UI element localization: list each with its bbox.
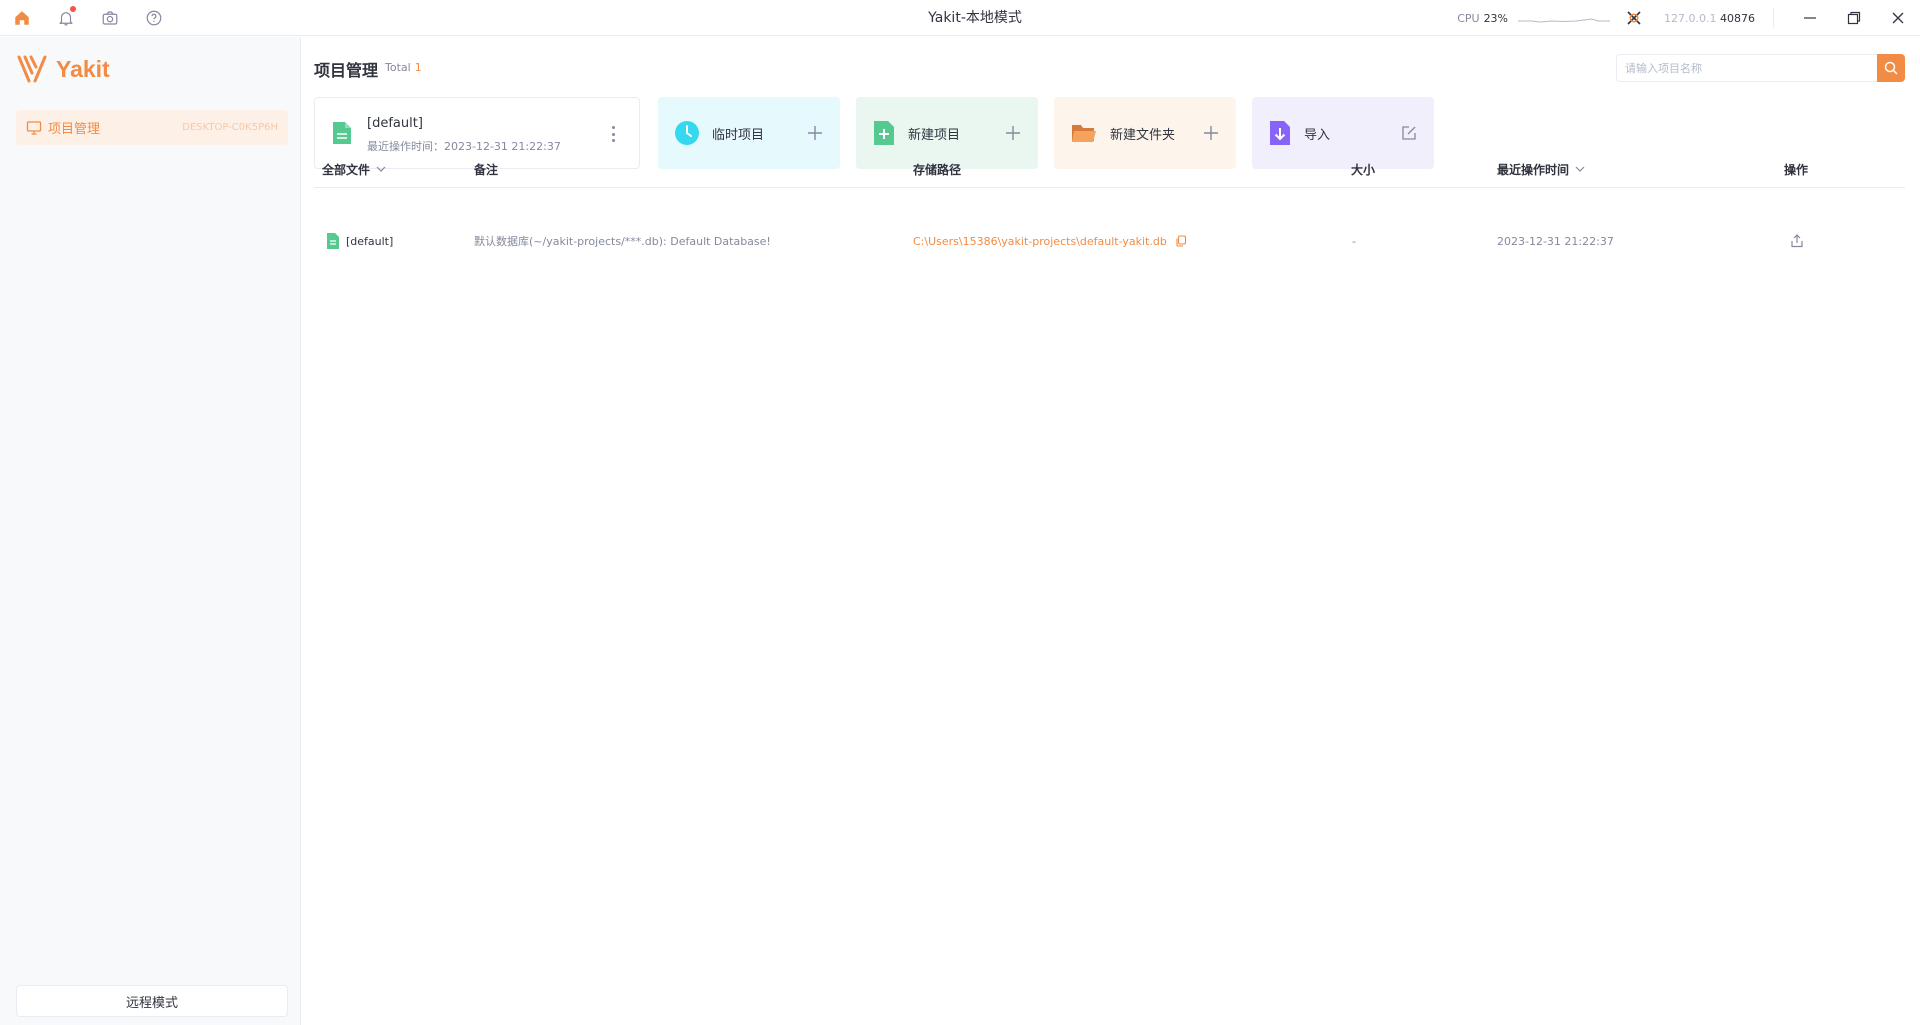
project-search <box>1616 54 1905 82</box>
column-path: 存储路径 <box>913 162 962 177</box>
bell-icon[interactable] <box>54 6 78 30</box>
engine-host: 127.0.0.1 40876 <box>1664 12 1755 25</box>
minimize-icon <box>1804 17 1816 19</box>
notification-dot <box>70 6 76 12</box>
remote-mode-button[interactable]: 远程模式 <box>16 985 288 1017</box>
restore-button[interactable] <box>1832 0 1876 36</box>
export-icon <box>1791 234 1803 248</box>
sidebar: Yakit 项目管理 DESKTOP-C0K5P6H 远程模式 <box>0 37 301 1025</box>
page-title: 项目管理 <box>314 61 379 80</box>
cpu-label: CPU <box>1457 11 1480 25</box>
cpu-sparkline <box>1518 18 1611 23</box>
main-content: 项目管理 Total1 [default] 最近操作时间：2023-12-31 … <box>302 37 1920 1025</box>
edit-icon <box>1402 126 1416 140</box>
plus-icon <box>1006 126 1020 140</box>
column-files-label: 全部文件 <box>322 162 371 177</box>
column-time[interactable]: 最近操作时间 <box>1497 150 1585 188</box>
logo-text: Yakit <box>56 55 110 82</box>
search-icon <box>1884 61 1898 75</box>
title-bar-left-tools <box>10 0 166 36</box>
copy-icon[interactable] <box>1175 235 1187 247</box>
close-button[interactable] <box>1876 0 1920 36</box>
close-icon <box>1892 12 1904 24</box>
sidebar-item-host: DESKTOP-C0K5P6H <box>182 122 278 133</box>
total-label: Total <box>385 61 411 74</box>
plus-icon <box>808 126 822 140</box>
folder-icon <box>1072 125 1096 142</box>
camera-icon[interactable] <box>98 6 122 30</box>
column-ops: 操作 <box>1784 162 1809 177</box>
total-number: 1 <box>414 61 422 74</box>
chevron-down-icon <box>376 166 386 172</box>
more-options-icon[interactable] <box>607 124 619 144</box>
export-button[interactable] <box>1790 220 1804 262</box>
row-size: - <box>1352 234 1356 248</box>
document-icon <box>327 233 339 249</box>
import-icon <box>1270 121 1290 145</box>
row-name-cell: [default] <box>326 220 393 262</box>
column-remark: 备注 <box>474 162 499 177</box>
row-name: [default] <box>346 234 394 248</box>
table-row[interactable]: [default] 默认数据库(~/yakit-projects/***.db)… <box>314 220 1905 262</box>
total-count: Total 1 <box>385 61 422 74</box>
row-path-cell: C:\Users\15386\yakit-projects\default-ya… <box>913 220 1187 262</box>
search-button[interactable] <box>1877 54 1905 82</box>
new-project-label: 新建项目 <box>908 127 961 143</box>
document-icon <box>333 122 351 144</box>
column-size: 大小 <box>1351 162 1376 177</box>
search-input[interactable] <box>1616 54 1877 82</box>
title-bar-right: CPU 23% 127.0.0.1 40876 <box>1457 0 1920 36</box>
column-time-label: 最近操作时间 <box>1497 162 1570 177</box>
title-bar-divider <box>1773 8 1774 28</box>
row-remark: 默认数据库(~/yakit-projects/***.db): Default … <box>474 235 771 248</box>
sidebar-item-label: 项目管理 <box>48 122 101 137</box>
table-header: 全部文件 备注 存储路径 大小 最近操作时间 操作 <box>314 150 1905 188</box>
cpu-value: 23% <box>1483 11 1509 25</box>
sidebar-item-project-management[interactable]: 项目管理 DESKTOP-C0K5P6H <box>16 110 288 145</box>
help-icon[interactable] <box>142 6 166 30</box>
minimize-button[interactable] <box>1788 0 1832 36</box>
yakit-logo-icon <box>17 55 47 83</box>
cpu-indicator: CPU 23% <box>1457 11 1611 25</box>
monitor-icon <box>26 120 42 135</box>
column-files[interactable]: 全部文件 <box>322 150 386 188</box>
clock-icon <box>675 121 699 145</box>
chevron-down-icon <box>1575 166 1585 172</box>
plus-icon <box>1204 126 1218 140</box>
yakit-logo: Yakit <box>16 53 110 85</box>
row-path: C:\Users\15386\yakit-projects\default-ya… <box>913 234 1167 248</box>
host-ip: 127.0.0.1 <box>1664 11 1717 25</box>
add-file-icon <box>874 121 894 145</box>
host-port: 40876 <box>1720 11 1755 25</box>
row-time: 2023-12-31 21:22:37 <box>1497 234 1614 248</box>
import-label: 导入 <box>1304 127 1331 143</box>
home-icon[interactable] <box>10 6 34 30</box>
restore-icon <box>1847 11 1861 25</box>
engine-status-icon[interactable] <box>1622 6 1646 30</box>
temp-project-label: 临时项目 <box>712 127 765 143</box>
new-folder-label: 新建文件夹 <box>1110 127 1176 143</box>
latest-project-name: [default] <box>367 116 423 131</box>
title-bar: Yakit-本地模式 CPU 23% 127.0.0.1 40876 <box>0 0 1920 36</box>
